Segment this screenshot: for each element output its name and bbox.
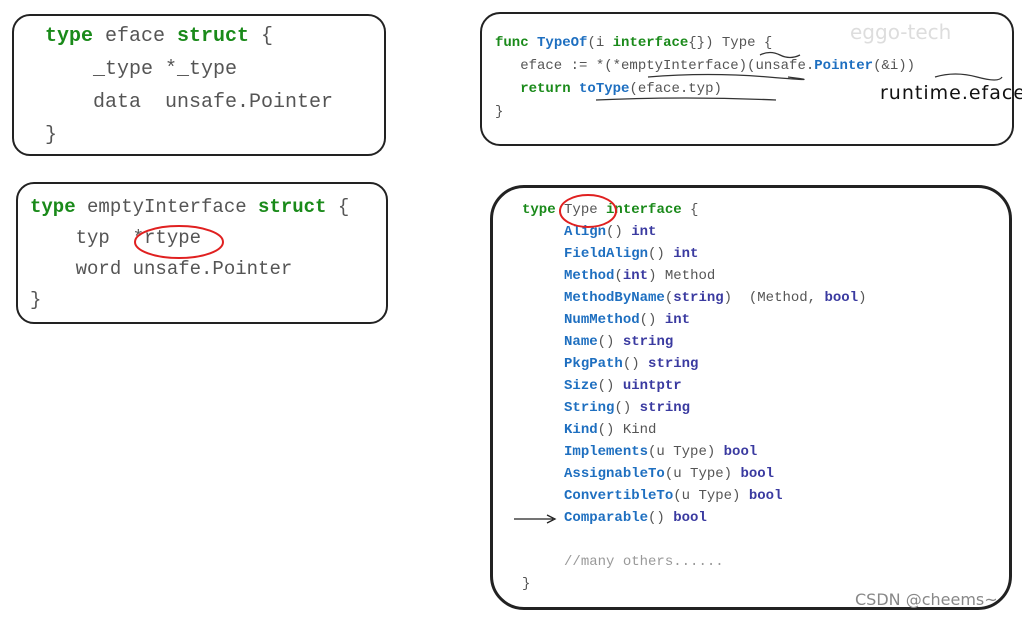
emptyinterface-underline <box>647 73 805 81</box>
pointer-underline <box>934 73 1003 81</box>
rtype-circle <box>134 225 224 259</box>
annotation-marks <box>134 51 1003 524</box>
type-circle <box>559 194 617 228</box>
totype-underline <box>595 97 777 101</box>
type-underline <box>759 51 801 59</box>
arrow-icon <box>514 514 557 524</box>
